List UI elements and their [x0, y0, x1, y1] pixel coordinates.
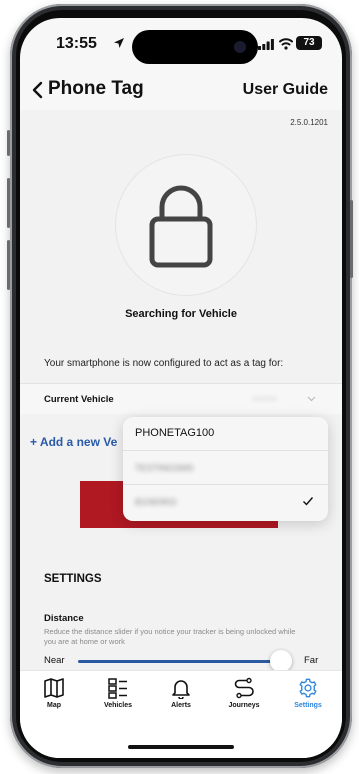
nav-header: Phone Tag User Guide: [20, 68, 342, 110]
dropdown-option-label: B1060903: [135, 497, 177, 507]
lock-icon: [149, 185, 213, 268]
current-vehicle-value: ••••••••: [252, 394, 278, 404]
cellular-signal-icon: [258, 39, 274, 50]
wifi-icon: [279, 38, 293, 50]
main-content: 2.5.0.1201 Searching for Vehicle Your sm…: [20, 110, 342, 672]
app-screen: 13:55 73 Phone Tag User Guide 2.5.0.1201: [20, 18, 342, 758]
settings-heading: SETTINGS: [44, 573, 102, 585]
config-description: Your smartphone is now configured to act…: [44, 358, 284, 369]
slider-max-label: Far: [304, 655, 319, 666]
dropdown-option-selected[interactable]: B1060903: [123, 485, 328, 519]
action-button: [7, 130, 10, 156]
tab-label: Alerts: [171, 702, 191, 709]
bell-icon: [172, 680, 190, 699]
dropdown-option[interactable]: TESTINGSMS: [123, 451, 328, 485]
page-title: Phone Tag: [48, 78, 144, 99]
power-button: [350, 200, 353, 278]
chevron-left-icon[interactable]: [32, 81, 43, 99]
current-vehicle-label: Current Vehicle: [44, 394, 114, 405]
tab-settings[interactable]: Settings: [278, 677, 338, 709]
tab-map[interactable]: Map: [24, 677, 84, 709]
map-icon: [44, 678, 64, 698]
tab-label: Vehicles: [103, 702, 133, 709]
distance-label: Distance: [44, 613, 84, 624]
home-indicator: [128, 745, 234, 749]
distance-slider-thumb[interactable]: [270, 650, 292, 672]
tab-vehicles[interactable]: Vehicles: [88, 677, 148, 709]
status-bar: 13:55 73: [20, 18, 342, 68]
slider-min-label: Near: [44, 655, 65, 666]
battery-indicator: 73: [296, 36, 322, 50]
vehicles-list-icon: [108, 678, 127, 699]
tab-label: Map: [47, 702, 61, 709]
distance-slider-track[interactable]: [78, 660, 280, 663]
vehicle-dropdown-menu: PHONETAG100 TESTINGSMS B1060903: [123, 417, 328, 521]
chevron-down-icon: [307, 396, 316, 402]
route-icon: [234, 677, 254, 699]
tab-label: Settings: [294, 702, 322, 709]
add-vehicle-link[interactable]: + Add a new Ve: [30, 435, 117, 449]
checkmark-icon: [303, 497, 314, 506]
user-guide-link[interactable]: User Guide: [243, 81, 328, 99]
tab-alerts[interactable]: Alerts: [151, 677, 211, 709]
tab-journeys[interactable]: Journeys: [214, 677, 274, 709]
distance-description: Reduce the distance slider if you notice…: [44, 627, 296, 646]
volume-up-button: [7, 178, 10, 228]
dropdown-option-label: PHONETAG100: [135, 427, 215, 439]
dropdown-option[interactable]: PHONETAG100: [123, 417, 328, 451]
status-time: 13:55: [56, 35, 97, 52]
location-arrow-icon: [114, 38, 124, 48]
version-label: 2.5.0.1201: [290, 118, 328, 127]
volume-down-button: [7, 240, 10, 290]
lock-status-text: Searching for Vehicle: [125, 308, 237, 320]
camera-icon: [234, 41, 246, 53]
current-vehicle-row[interactable]: Current Vehicle ••••••••: [20, 384, 342, 414]
gear-icon: [299, 678, 317, 698]
tab-label: Journeys: [228, 702, 260, 709]
dynamic-island: [132, 30, 258, 64]
dropdown-option-label: TESTINGSMS: [135, 463, 194, 473]
